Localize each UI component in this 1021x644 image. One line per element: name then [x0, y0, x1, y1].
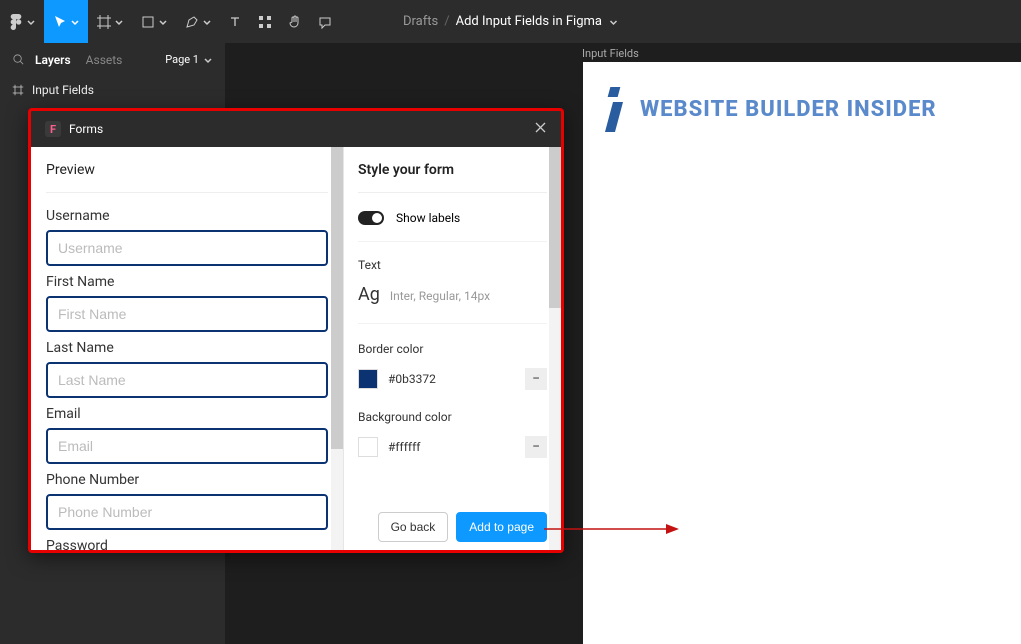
frame-tool[interactable]: [88, 0, 132, 43]
sidebar-tabs: Layers Assets Page 1: [0, 43, 225, 76]
field-input[interactable]: [46, 494, 328, 530]
figma-menu[interactable]: [0, 0, 44, 43]
show-labels-row: Show labels: [358, 211, 547, 242]
field-group: Email: [46, 406, 328, 464]
field-label: Username: [46, 208, 328, 224]
border-color-row: #0b3372 −: [358, 368, 547, 390]
logo-icon: [603, 87, 625, 132]
close-icon: [534, 121, 547, 134]
field-group: Last Name: [46, 340, 328, 398]
app-toolbar: Drafts / Add Input Fields in Figma: [0, 0, 1021, 43]
field-input[interactable]: [46, 428, 328, 464]
cursor-icon: [52, 14, 68, 30]
hand-icon: [287, 14, 303, 30]
chevron-down-icon[interactable]: [608, 17, 618, 27]
border-color-label: Border color: [358, 342, 547, 356]
field-label: Last Name: [46, 340, 328, 356]
breadcrumb-parent[interactable]: Drafts: [403, 14, 438, 29]
frame-icon: [12, 84, 24, 96]
font-description: Inter, Regular, 14px: [390, 289, 490, 303]
assets-tab[interactable]: Assets: [86, 53, 123, 67]
breadcrumb-separator: /: [444, 14, 449, 29]
chevron-down-icon: [203, 55, 213, 65]
layer-label: Input Fields: [32, 83, 94, 97]
layer-input-fields[interactable]: Input Fields: [0, 76, 225, 104]
figma-icon: [8, 14, 24, 30]
move-tool[interactable]: [44, 0, 88, 43]
add-to-page-button[interactable]: Add to page: [456, 512, 547, 542]
style-heading: Style your form: [358, 162, 547, 193]
chevron-down-icon: [158, 17, 168, 27]
text-icon: [227, 14, 243, 30]
preview-pane: Preview Username First Name Last Name Email…: [31, 147, 343, 550]
bg-color-value: #ffffff: [388, 440, 420, 454]
shape-tool[interactable]: [132, 0, 176, 43]
breadcrumb-current[interactable]: Add Input Fields in Figma: [456, 14, 602, 29]
font-sample-row[interactable]: Ag Inter, Regular, 14px: [358, 284, 547, 324]
border-color-swatch[interactable]: [358, 369, 378, 389]
chevron-down-icon: [202, 17, 212, 27]
page-label: Page 1: [165, 53, 199, 66]
field-group: First Name: [46, 274, 328, 332]
show-labels-label: Show labels: [396, 211, 460, 225]
style-pane: Style your form Show labels Text Ag Inte…: [343, 147, 561, 550]
field-input[interactable]: [46, 362, 328, 398]
chevron-down-icon: [26, 17, 36, 27]
forms-plugin-modal: F Forms Preview Username First Name Last N…: [28, 108, 564, 553]
bg-color-row: #ffffff −: [358, 436, 547, 458]
text-tool[interactable]: [220, 0, 250, 43]
bg-color-swatch[interactable]: [358, 437, 378, 457]
pen-tool[interactable]: [176, 0, 220, 43]
hand-tool[interactable]: [280, 0, 310, 43]
field-label: Email: [46, 406, 328, 422]
bg-color-label: Background color: [358, 410, 547, 424]
chevron-down-icon: [70, 17, 80, 27]
scrollbar-thumb[interactable]: [549, 147, 561, 308]
chevron-down-icon: [114, 17, 124, 27]
toolbar-left: [0, 0, 340, 43]
comment-icon: [317, 14, 333, 30]
go-back-button[interactable]: Go back: [378, 512, 449, 542]
search-icon[interactable]: [12, 53, 25, 66]
remove-bg-color-button[interactable]: −: [525, 436, 547, 458]
frame-icon: [96, 14, 112, 30]
field-group: Password: [46, 538, 328, 550]
resources-icon: [257, 14, 273, 30]
pen-icon: [184, 14, 200, 30]
field-group: Phone Number: [46, 472, 328, 530]
field-label: First Name: [46, 274, 328, 290]
forms-plugin-icon: F: [45, 121, 61, 137]
field-input[interactable]: [46, 230, 328, 266]
text-section-label: Text: [358, 258, 547, 272]
preview-heading: Preview: [46, 162, 328, 193]
page-selector[interactable]: Page 1: [165, 53, 213, 66]
rectangle-icon: [140, 14, 156, 30]
remove-border-color-button[interactable]: −: [525, 368, 547, 390]
site-title: WEBSITE BUILDER INSIDER: [640, 97, 937, 122]
frame-label[interactable]: Input Fields: [582, 47, 639, 60]
modal-body: Preview Username First Name Last Name Email…: [31, 147, 561, 550]
modal-title: Forms: [69, 122, 103, 136]
artboard-content: WEBSITE BUILDER INSIDER: [583, 62, 1021, 157]
layers-tab[interactable]: Layers: [35, 53, 71, 67]
style-scrollbar[interactable]: [549, 147, 561, 550]
modal-footer: Go back Add to page: [358, 504, 547, 542]
modal-header[interactable]: F Forms: [31, 111, 561, 147]
close-button[interactable]: [534, 121, 547, 137]
border-color-value: #0b3372: [388, 372, 436, 386]
field-label: Password: [46, 538, 328, 550]
field-group: Username: [46, 208, 328, 266]
artboard-input-fields[interactable]: WEBSITE BUILDER INSIDER: [583, 62, 1021, 644]
preview-scrollbar[interactable]: [331, 147, 343, 550]
scrollbar-thumb[interactable]: [331, 147, 343, 449]
field-label: Phone Number: [46, 472, 328, 488]
font-preview-glyph: Ag: [358, 284, 380, 305]
field-input[interactable]: [46, 296, 328, 332]
comment-tool[interactable]: [310, 0, 340, 43]
resources-tool[interactable]: [250, 0, 280, 43]
breadcrumb: Drafts / Add Input Fields in Figma: [403, 14, 618, 29]
show-labels-toggle[interactable]: [358, 211, 384, 225]
